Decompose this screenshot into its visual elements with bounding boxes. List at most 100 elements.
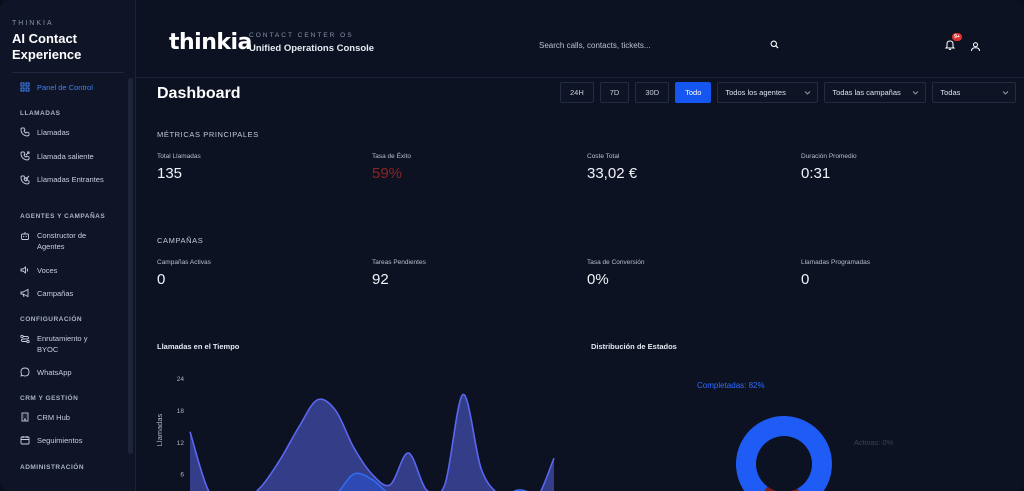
metric-label: Llamadas Programadas xyxy=(801,259,871,266)
metric-value: 0:31 xyxy=(801,165,831,182)
header-subtitle: CONTACT CENTER OS xyxy=(249,32,354,39)
metric-value: 0 xyxy=(157,271,166,288)
metric-label: Duración Promedio xyxy=(801,153,857,160)
brand-title: AI Contact Experience xyxy=(12,31,82,62)
sidebar-item-label: WhatsApp xyxy=(37,367,72,377)
sidebar-item-label: Llamadas xyxy=(37,127,70,137)
sidebar: THINKIA AI Contact Experience Panel de C… xyxy=(0,0,136,491)
metric-campanas-activas: Campañas Activas 0 xyxy=(157,259,211,288)
sidebar-item-constructor[interactable]: Constructor de Agentes xyxy=(20,231,107,252)
section-crm: CRM Y GESTIÓN xyxy=(20,395,79,402)
sidebar-item-label: Campañas xyxy=(37,288,74,298)
chevron-down-icon xyxy=(912,89,919,96)
phone-incoming-icon xyxy=(20,175,30,185)
megaphone-icon xyxy=(20,288,30,298)
sidebar-item-campanas[interactable]: Campañas xyxy=(20,288,73,298)
metric-total-llamadas: Total Llamadas 135 xyxy=(157,153,201,182)
section-administracion: ADMINISTRACIÓN xyxy=(20,464,85,471)
chevron-down-icon xyxy=(1002,89,1009,96)
sidebar-item-label: CRM Hub xyxy=(37,412,70,422)
sidebar-item-label: Panel de Control xyxy=(37,82,93,92)
calls-area-chart: Llamadas 6 12 18 24 xyxy=(155,376,555,491)
section-agentes: AGENTES Y CAMPAÑAS xyxy=(20,213,106,220)
metric-value: 135 xyxy=(157,165,183,182)
metric-value: 59% xyxy=(372,165,403,182)
metric-value: 0% xyxy=(587,271,609,288)
sidebar-item-seguimientos[interactable]: Seguimientos xyxy=(20,435,82,445)
metric-label: Tareas Pendientes xyxy=(372,259,426,266)
sidebar-item-label: Llamada saliente xyxy=(37,151,94,161)
brand-small: THINKIA xyxy=(12,20,54,27)
y-tick-label: 24 xyxy=(177,376,185,383)
status-chart-title: Distribución de Estados xyxy=(591,342,677,351)
sidebar-item-llamada-saliente[interactable]: Llamada saliente xyxy=(20,151,94,161)
route-icon xyxy=(20,334,30,344)
calendar-icon xyxy=(20,435,30,445)
sidebar-item-label: Constructor de Agentes xyxy=(37,231,87,251)
metric-tareas-pendientes: Tareas Pendientes 92 xyxy=(372,259,426,288)
metric-tasa-conversion: Tasa de Conversión 0% xyxy=(587,259,644,288)
sidebar-scrollbar[interactable] xyxy=(128,78,133,454)
phone-icon xyxy=(20,127,30,137)
metric-value: 33,02 € xyxy=(587,165,638,182)
sidebar-item-label: Enrutamiento y BYOC xyxy=(37,334,88,354)
metric-label: Total Llamadas xyxy=(157,153,201,160)
campaign-select-value: Todas las campañas xyxy=(832,88,901,97)
search-input[interactable] xyxy=(539,40,739,50)
sidebar-item-label: Seguimientos xyxy=(37,435,83,445)
metric-duracion-promedio: Duración Promedio 0:31 xyxy=(801,153,857,182)
metric-label: Tasa de Éxito xyxy=(372,153,412,160)
status-donut-chart xyxy=(736,416,832,491)
sidebar-item-crm-hub[interactable]: CRM Hub xyxy=(20,412,70,422)
sidebar-item-enrutamiento[interactable]: Enrutamiento y BYOC xyxy=(20,334,107,355)
metric-label: Coste Total xyxy=(587,153,620,160)
agent-select[interactable]: Todos los agentes xyxy=(717,82,819,103)
filter-24h-button[interactable]: 24H xyxy=(560,82,594,103)
building-icon xyxy=(20,412,30,422)
sidebar-divider xyxy=(12,72,124,73)
filter-bar: 24H 7D 30D Todo Todos los agentes Todas … xyxy=(560,82,1017,103)
search-icon[interactable] xyxy=(770,36,779,54)
agent-select-value: Todos los agentes xyxy=(725,88,786,97)
filter-todo-button[interactable]: Todo xyxy=(675,82,712,103)
campaign-select[interactable]: Todas las campañas xyxy=(824,82,927,103)
app-window: THINKIA AI Contact Experience Panel de C… xyxy=(0,0,1024,491)
logo-text: thinkia xyxy=(169,30,252,55)
section-llamadas: LLAMADAS xyxy=(20,110,61,117)
sidebar-item-llamadas-entrantes[interactable]: Llamadas Entrantes xyxy=(20,175,107,185)
status-select-value: Todas xyxy=(940,88,961,97)
page-title: Dashboard xyxy=(157,85,241,102)
y-tick-label: 12 xyxy=(177,440,185,447)
campaigns-section-label: CAMPAÑAS xyxy=(157,236,204,245)
sidebar-item-llamadas[interactable]: Llamadas xyxy=(20,127,70,137)
metric-tasa-exito: Tasa de Éxito 59% xyxy=(372,153,411,182)
metric-value: 0 xyxy=(801,271,810,288)
sidebar-item-voces[interactable]: Voces xyxy=(20,265,57,275)
grid-icon xyxy=(20,82,30,92)
metric-coste-total: Coste Total 33,02 € xyxy=(587,153,637,182)
donut-slice-completadas[interactable] xyxy=(736,416,832,491)
user-icon[interactable] xyxy=(970,39,981,52)
chat-bubble-icon xyxy=(20,367,30,377)
series-area xyxy=(190,394,554,491)
thinkia-logo[interactable]: thinkia xyxy=(169,30,252,55)
y-axis-label: Llamadas xyxy=(155,413,164,446)
metrics-section-label: MÉTRICAS PRINCIPALES xyxy=(157,130,259,139)
metric-label: Tasa de Conversión xyxy=(587,259,645,266)
top-header: thinkia CONTACT CENTER OS Unified Operat… xyxy=(136,0,1024,78)
chevron-down-icon xyxy=(804,89,811,96)
section-configuracion: CONFIGURACIÓN xyxy=(20,316,83,323)
sidebar-item-panel-de-control[interactable]: Panel de Control xyxy=(20,82,93,92)
metric-value: 92 xyxy=(372,271,389,288)
phone-outgoing-icon xyxy=(20,151,30,161)
sidebar-item-whatsapp[interactable]: WhatsApp xyxy=(20,367,72,377)
notification-badge: 9+ xyxy=(952,33,962,41)
filter-30d-button[interactable]: 30D xyxy=(635,82,670,103)
y-tick-label: 6 xyxy=(180,472,184,479)
metric-label: Campañas Activas xyxy=(157,259,211,266)
filter-7d-button[interactable]: 7D xyxy=(599,82,630,103)
sidebar-item-label: Voces xyxy=(37,265,58,275)
header-title: Unified Operations Console xyxy=(249,43,375,54)
main-content: Dashboard 24H 7D 30D Todo Todos los agen… xyxy=(136,78,1024,491)
status-select[interactable]: Todas xyxy=(932,82,1017,103)
